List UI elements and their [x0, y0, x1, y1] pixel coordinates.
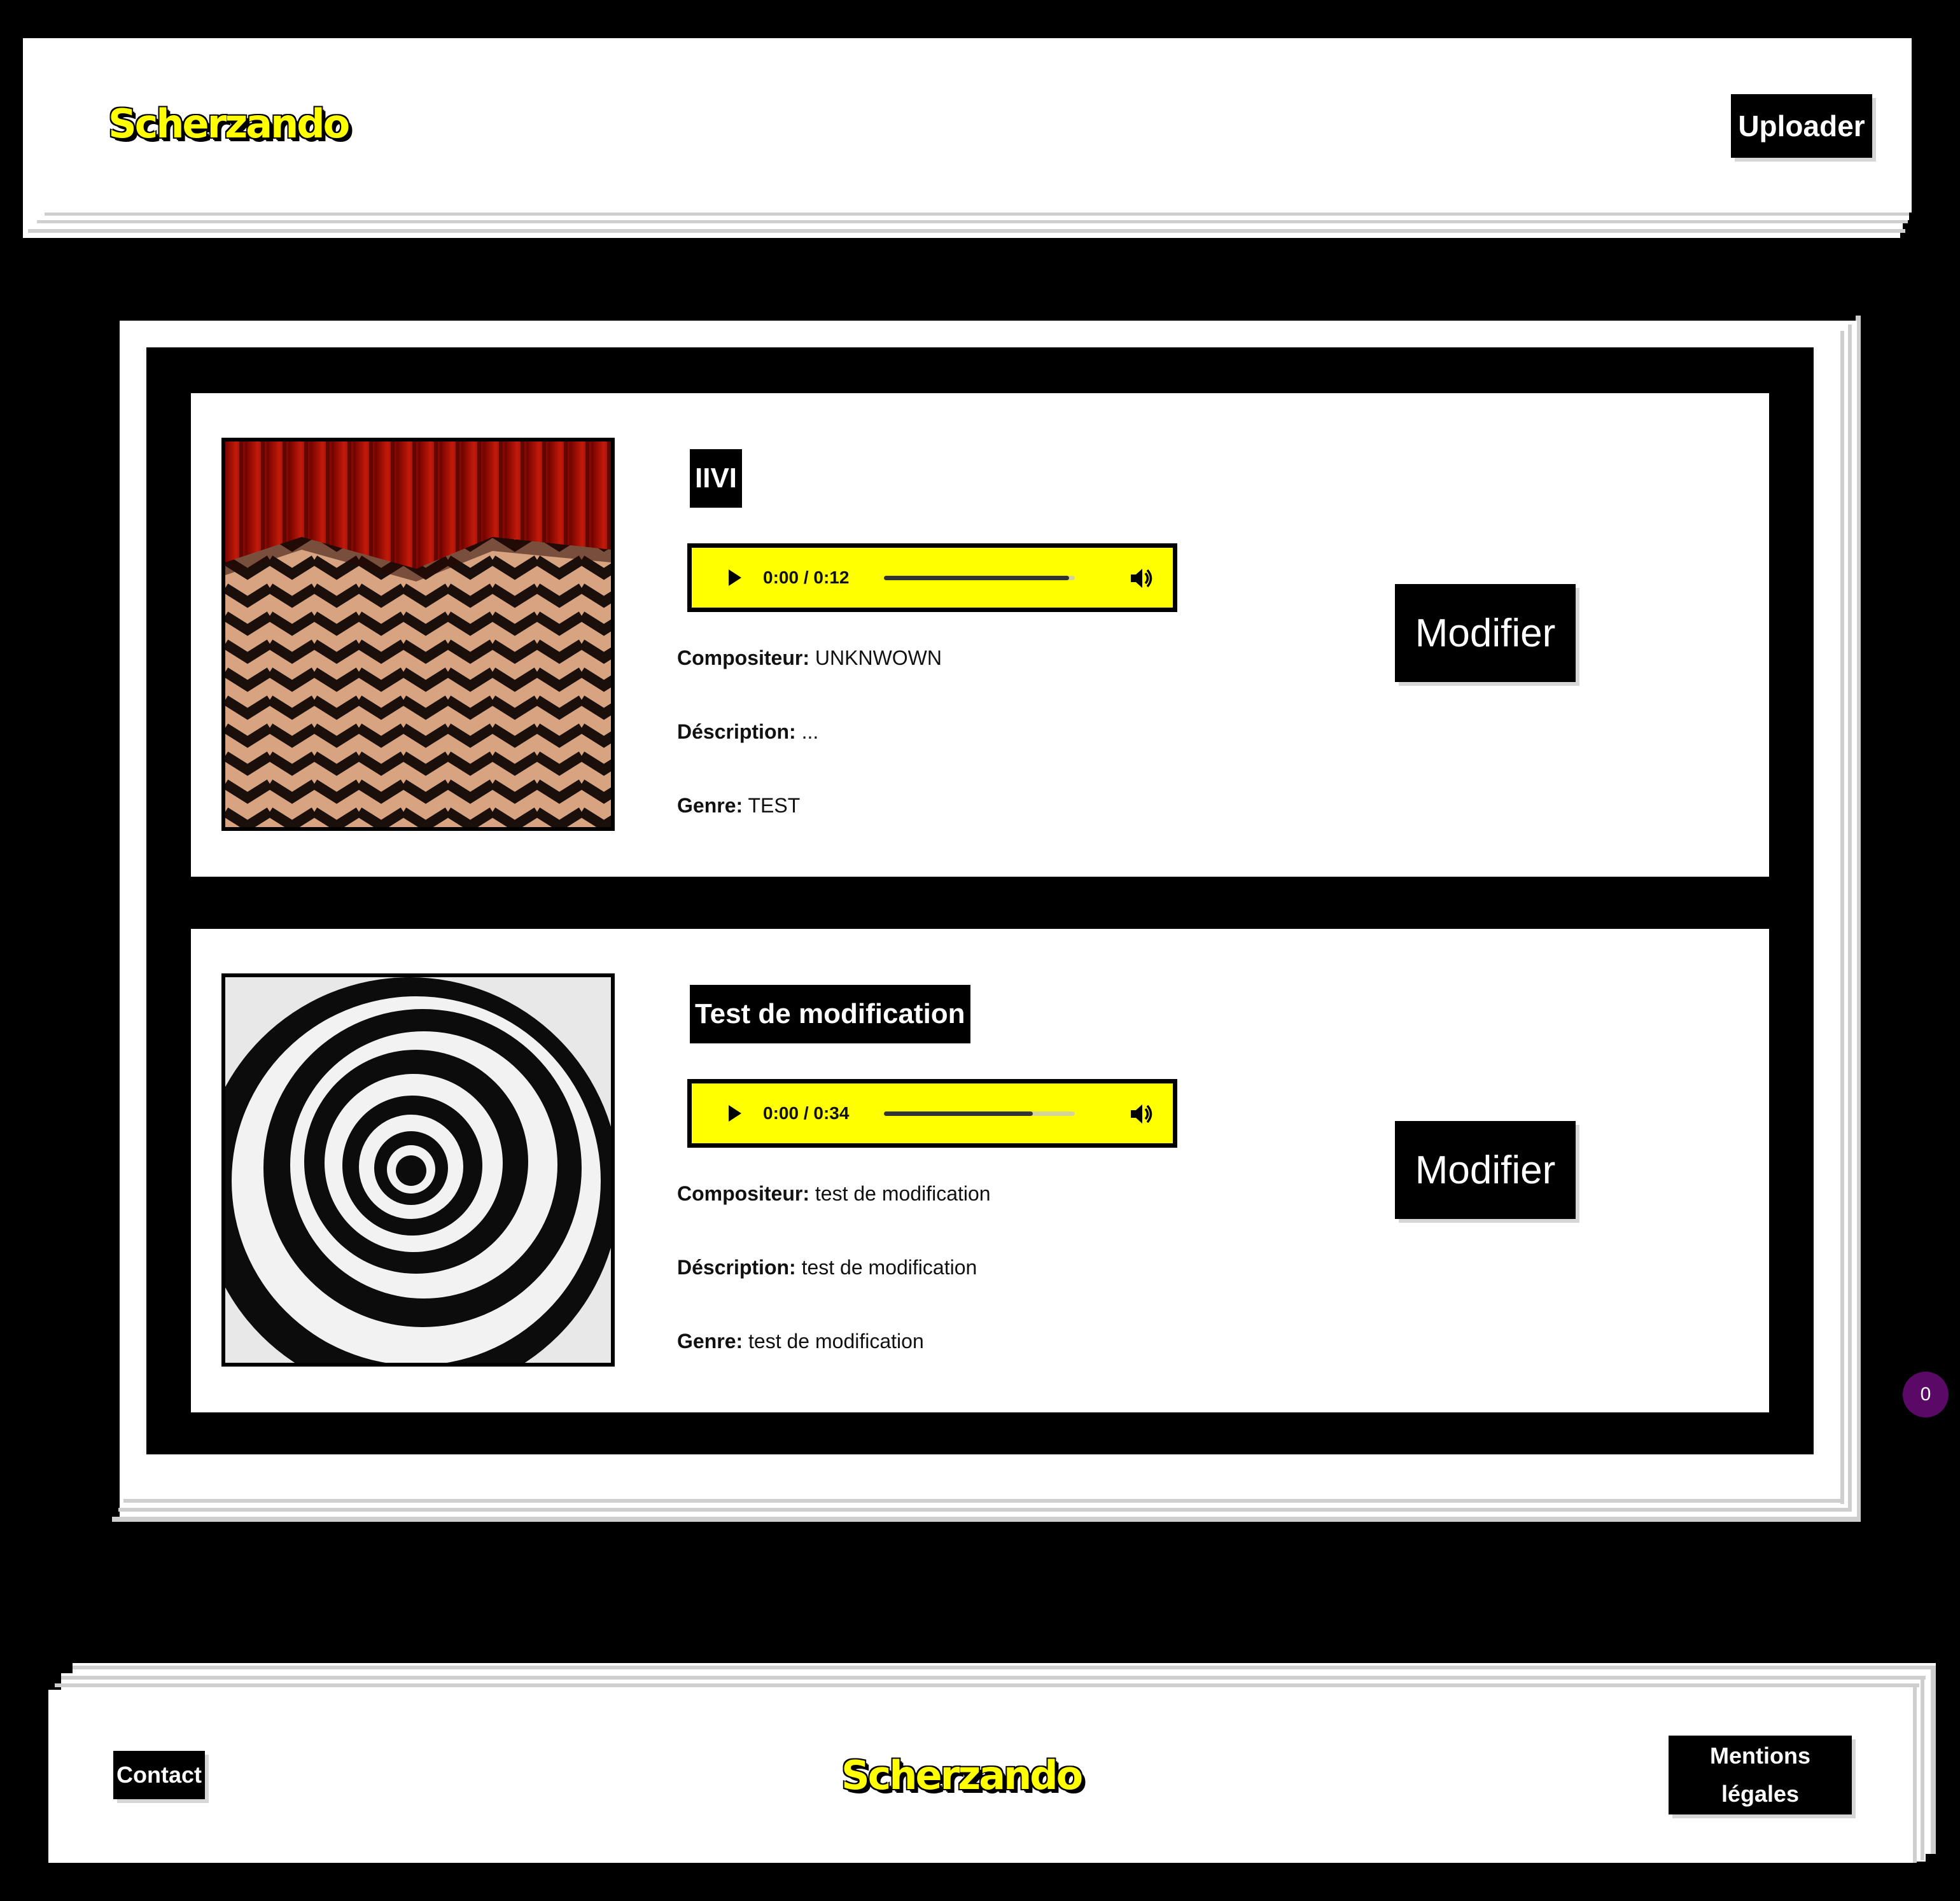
description-value: test de modification: [801, 1256, 977, 1279]
description-line: Déscription: ...: [677, 719, 818, 744]
player-duration: / 0:34: [799, 1103, 850, 1123]
legal-line-1: Mentions: [1710, 1743, 1810, 1769]
genre-line: Genre: test de modification: [677, 1328, 924, 1354]
composer-label: Compositeur:: [677, 646, 809, 669]
site-logo[interactable]: Scherzando: [108, 101, 350, 147]
curtain-zigzag-floor-image: [221, 438, 615, 831]
spiral-vortex-image: [221, 973, 615, 1367]
footer-logo[interactable]: Scherzando: [841, 1752, 1083, 1799]
audio-player[interactable]: 0:00 / 0:12: [687, 543, 1177, 612]
volume-icon[interactable]: [1128, 566, 1154, 591]
player-current-time: 0:00: [763, 1103, 799, 1123]
site-header: Scherzando Uploader: [47, 38, 1912, 212]
player-progress-fill: [884, 576, 1069, 580]
genre-value: test de modification: [748, 1330, 924, 1353]
modify-button[interactable]: Modifier: [1395, 1121, 1576, 1219]
modify-button[interactable]: Modifier: [1395, 584, 1576, 682]
composer-line: Compositeur: test de modification: [677, 1181, 991, 1206]
player-progress-fill: [884, 1111, 1033, 1116]
track-title: Test de modification: [690, 985, 970, 1043]
legal-mentions-button[interactable]: Mentions légales: [1669, 1736, 1852, 1814]
composer-line: Compositeur: UNKNWOWN: [677, 645, 942, 671]
track-card: IIVI 0:00 / 0:12 Compositeur: UNKNWOWN D…: [191, 393, 1769, 877]
audio-player[interactable]: 0:00 / 0:34: [687, 1079, 1177, 1148]
composer-value: UNKNWOWN: [815, 646, 942, 669]
genre-value: TEST: [748, 794, 801, 817]
track-title: IIVI: [690, 449, 743, 508]
player-time: 0:00 / 0:34: [763, 1099, 849, 1128]
volume-icon[interactable]: [1128, 1101, 1154, 1127]
player-duration: / 0:12: [799, 568, 850, 587]
play-icon[interactable]: [729, 569, 741, 586]
genre-line: Genre: TEST: [677, 793, 800, 818]
notification-badge[interactable]: 0: [1903, 1372, 1949, 1417]
composer-value: test de modification: [815, 1182, 991, 1205]
genre-label: Genre:: [677, 794, 743, 817]
description-value: ...: [801, 720, 819, 743]
genre-label: Genre:: [677, 1330, 743, 1353]
composer-label: Compositeur:: [677, 1182, 809, 1205]
player-progress-bar[interactable]: [884, 576, 1075, 580]
description-label: Déscription:: [677, 720, 796, 743]
player-progress-bar[interactable]: [884, 1111, 1075, 1116]
description-line: Déscription: test de modification: [677, 1255, 977, 1280]
upload-button[interactable]: Uploader: [1731, 94, 1872, 158]
play-icon[interactable]: [729, 1105, 741, 1122]
player-time: 0:00 / 0:12: [763, 563, 849, 592]
site-footer: Contact Scherzando Mentions légales: [48, 1690, 1913, 1863]
track-card: Test de modification 0:00 / 0:34 Composi…: [191, 929, 1769, 1412]
contact-button[interactable]: Contact: [113, 1751, 205, 1799]
legal-line-2: légales: [1721, 1781, 1800, 1807]
description-label: Déscription:: [677, 1256, 796, 1279]
player-current-time: 0:00: [763, 568, 799, 587]
